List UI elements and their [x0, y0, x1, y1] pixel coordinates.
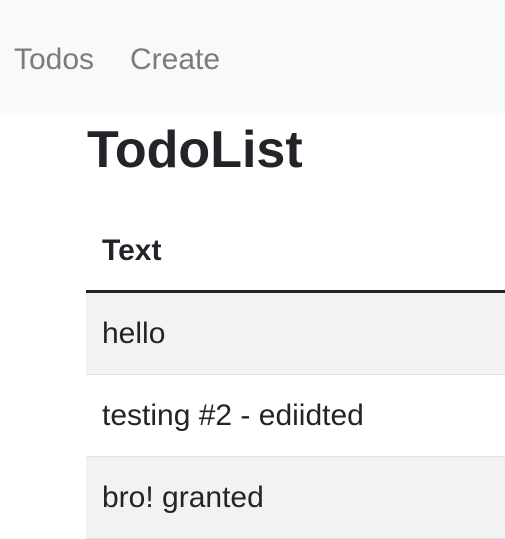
navbar: Todos Create: [0, 0, 505, 113]
column-header-text: Text: [102, 234, 162, 267]
todo-table: Text hello testing #2 - ediidted bro! gr…: [86, 212, 505, 539]
todo-text-cell: bro! granted: [102, 481, 264, 514]
table-row: testing #2 - ediidted: [86, 375, 505, 457]
todo-text-cell: hello: [102, 317, 166, 350]
table-row: hello: [86, 293, 505, 375]
nav-link-todos[interactable]: Todos: [14, 42, 94, 78]
nav-link-create[interactable]: Create: [130, 42, 220, 78]
table-header-row: Text: [86, 212, 505, 293]
todo-text-cell: testing #2 - ediidted: [102, 399, 364, 432]
page-title: TodoList: [87, 121, 303, 179]
table-row: bro! granted: [86, 457, 505, 539]
